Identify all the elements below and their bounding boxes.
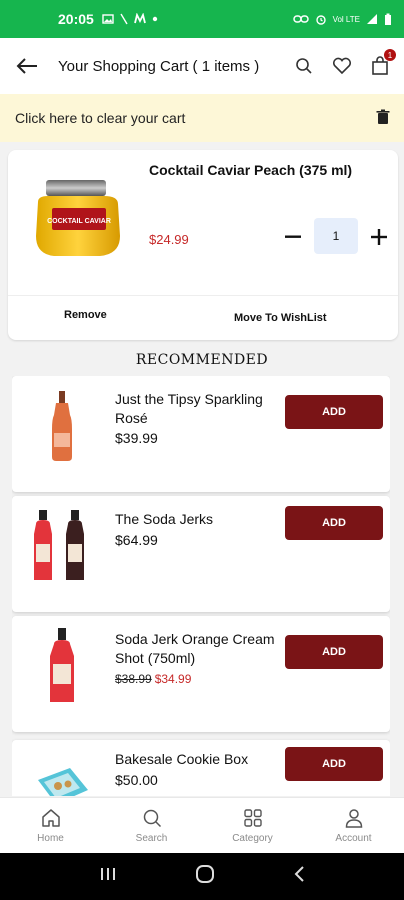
back-chevron-icon [294, 866, 304, 882]
increase-quantity-button[interactable] [368, 224, 390, 250]
add-button[interactable]: ADD [285, 635, 383, 669]
clock: 20:05 [58, 11, 94, 27]
quantity-field[interactable]: 1 [314, 218, 358, 254]
link-icon [292, 15, 309, 23]
remove-button[interactable]: Remove [64, 309, 107, 321]
product-image [26, 626, 98, 706]
clear-cart-button[interactable] [376, 109, 390, 128]
product-name[interactable]: Bakesale Cookie Box [115, 750, 275, 769]
decrease-quantity-button[interactable] [282, 224, 304, 250]
sale-price: $34.99 [154, 672, 192, 686]
system-navigation-bar [0, 853, 404, 900]
clear-cart-text: Click here to clear your cart [15, 110, 186, 126]
app-header: Your Shopping Cart ( 1 items ) 1 [0, 38, 404, 94]
card-divider [8, 295, 398, 296]
notification-icons [102, 13, 158, 25]
clear-cart-banner[interactable]: Click here to clear your cart [0, 94, 404, 142]
nav-search[interactable]: Search [101, 798, 202, 853]
recommended-item[interactable]: The Soda Jerks $64.99 ADD [12, 496, 390, 612]
signal-icon [367, 14, 377, 24]
category-icon [243, 809, 262, 827]
home-circle-icon [196, 865, 214, 883]
cart-item-card: COCKTAIL CAVIAR Cocktail Caviar Peach (3… [8, 150, 398, 340]
m-icon [133, 13, 146, 24]
product-price: $64.99 [115, 532, 158, 548]
battery-icon [385, 13, 391, 25]
minus-icon [285, 235, 301, 238]
nav-label: Account [335, 833, 372, 844]
recommended-item[interactable]: Bakesale Cookie Box $50.00 ADD [12, 740, 390, 796]
product-image [26, 750, 98, 796]
trash-icon [376, 109, 390, 124]
product-name[interactable]: Cocktail Caviar Peach (375 ml) [149, 162, 352, 178]
arrow-left-icon [16, 58, 37, 74]
nav-home[interactable]: Home [0, 798, 101, 853]
product-price: $50.00 [115, 772, 158, 788]
original-price: $38.99 [115, 672, 152, 686]
status-bar: 20:05 Vol LTE [0, 0, 404, 38]
home-system-button[interactable] [195, 864, 215, 889]
product-image [26, 386, 98, 466]
product-price: $38.99 $34.99 [115, 670, 191, 686]
recommended-item[interactable]: Just the Tipsy Sparkling Rosé $39.99 ADD [12, 376, 390, 492]
wishlist-button[interactable] [330, 54, 354, 78]
product-name[interactable]: The Soda Jerks [115, 510, 275, 529]
recommended-item[interactable]: Soda Jerk Orange Cream Shot (750ml) $38.… [12, 616, 390, 732]
image-icon [102, 14, 114, 24]
account-icon [345, 809, 362, 828]
move-to-wishlist-button[interactable]: Move To WishList [234, 312, 327, 324]
recent-apps-icon [101, 868, 115, 880]
plus-icon [371, 229, 387, 245]
nav-account[interactable]: Account [303, 798, 404, 853]
search-icon [143, 809, 161, 828]
cart-button[interactable]: 1 [368, 49, 396, 78]
page-title: Your Shopping Cart ( 1 items ) [58, 57, 260, 75]
search-button[interactable] [292, 54, 316, 78]
system-icons: Vol LTE [292, 13, 392, 26]
add-button[interactable]: ADD [285, 395, 383, 429]
product-name[interactable]: Soda Jerk Orange Cream Shot (750ml) [115, 630, 275, 668]
back-button[interactable] [12, 51, 42, 81]
recommended-heading: RECOMMENDED [135, 352, 269, 368]
product-price: $24.99 [149, 232, 189, 247]
search-icon [296, 58, 312, 74]
product-image: COCKTAIL CAVIAR [30, 176, 130, 264]
home-icon [41, 809, 60, 827]
add-button[interactable]: ADD [285, 506, 383, 540]
heart-icon [332, 57, 352, 75]
product-price: $39.99 [115, 430, 158, 446]
nav-category[interactable]: Category [202, 798, 303, 853]
dot-icon [152, 16, 158, 22]
recommended-list[interactable]: Just the Tipsy Sparkling Rosé $39.99 ADD… [12, 376, 390, 796]
slash-icon [120, 13, 128, 25]
volte-text: Vol LTE [332, 14, 360, 24]
recent-apps-button[interactable] [99, 866, 117, 887]
alarm-icon [315, 15, 326, 25]
nav-label: Category [232, 833, 273, 844]
nav-label: Home [37, 833, 64, 844]
bottom-navigation: Home Search Category Account [0, 797, 404, 853]
back-system-button[interactable] [293, 865, 305, 888]
product-image [26, 506, 98, 586]
product-name[interactable]: Just the Tipsy Sparkling Rosé [115, 390, 275, 428]
nav-label: Search [135, 833, 168, 844]
add-button[interactable]: ADD [285, 747, 383, 781]
jar-label-text: COCKTAIL CAVIAR [47, 218, 111, 225]
cart-count-badge: 1 [384, 49, 396, 61]
